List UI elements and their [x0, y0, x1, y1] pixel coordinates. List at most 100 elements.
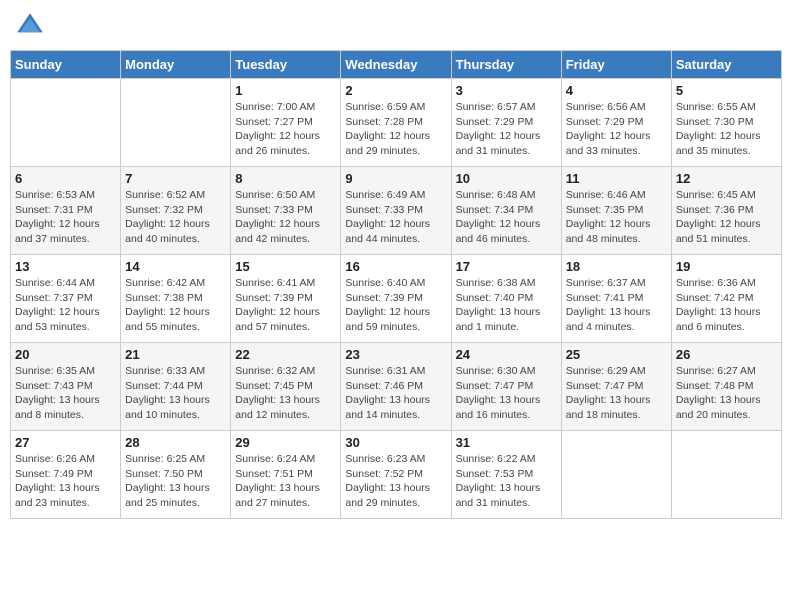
logo: [14, 10, 50, 42]
day-info: Sunrise: 6:53 AM Sunset: 7:31 PM Dayligh…: [15, 188, 116, 247]
day-of-week-header: Wednesday: [341, 51, 451, 79]
calendar-cell: 24 Sunrise: 6:30 AM Sunset: 7:47 PM Dayli…: [451, 343, 561, 431]
day-number: 13: [15, 259, 116, 274]
day-number: 5: [676, 83, 777, 98]
day-number: 26: [676, 347, 777, 362]
day-info: Sunrise: 6:27 AM Sunset: 7:48 PM Dayligh…: [676, 364, 777, 423]
page-header: [10, 10, 782, 42]
day-number: 17: [456, 259, 557, 274]
day-info: Sunrise: 6:52 AM Sunset: 7:32 PM Dayligh…: [125, 188, 226, 247]
day-info: Sunrise: 6:56 AM Sunset: 7:29 PM Dayligh…: [566, 100, 667, 159]
calendar-cell: 5 Sunrise: 6:55 AM Sunset: 7:30 PM Daylig…: [671, 79, 781, 167]
day-info: Sunrise: 7:00 AM Sunset: 7:27 PM Dayligh…: [235, 100, 336, 159]
day-info: Sunrise: 6:25 AM Sunset: 7:50 PM Dayligh…: [125, 452, 226, 511]
calendar-cell: 15 Sunrise: 6:41 AM Sunset: 7:39 PM Dayli…: [231, 255, 341, 343]
calendar-cell: 31Sunrise: 6:22 AM Sunset: 7:53 PM Dayli…: [451, 431, 561, 519]
calendar-cell: 4Sunrise: 6:56 AM Sunset: 7:29 PM Daylig…: [561, 79, 671, 167]
day-info: Sunrise: 6:45 AM Sunset: 7:36 PM Dayligh…: [676, 188, 777, 247]
calendar-cell: 8 Sunrise: 6:50 AM Sunset: 7:33 PM Daylig…: [231, 167, 341, 255]
calendar-cell: 12 Sunrise: 6:45 AM Sunset: 7:36 PM Dayli…: [671, 167, 781, 255]
calendar-cell: 10 Sunrise: 6:48 AM Sunset: 7:34 PM Dayli…: [451, 167, 561, 255]
day-info: Sunrise: 6:33 AM Sunset: 7:44 PM Dayligh…: [125, 364, 226, 423]
calendar-cell: 19 Sunrise: 6:36 AM Sunset: 7:42 PM Dayli…: [671, 255, 781, 343]
day-number: 12: [676, 171, 777, 186]
calendar-cell: 29 Sunrise: 6:24 AM Sunset: 7:51 PM Dayli…: [231, 431, 341, 519]
day-number: 2: [345, 83, 446, 98]
calendar-cell: 30Sunrise: 6:23 AM Sunset: 7:52 PM Dayli…: [341, 431, 451, 519]
calendar-cell: 11 Sunrise: 6:46 AM Sunset: 7:35 PM Dayli…: [561, 167, 671, 255]
calendar-cell: 27Sunrise: 6:26 AM Sunset: 7:49 PM Dayli…: [11, 431, 121, 519]
day-number: 24: [456, 347, 557, 362]
day-info: Sunrise: 6:36 AM Sunset: 7:42 PM Dayligh…: [676, 276, 777, 335]
calendar-week-row: 13 Sunrise: 6:44 AM Sunset: 7:37 PM Dayli…: [11, 255, 782, 343]
day-info: Sunrise: 6:32 AM Sunset: 7:45 PM Dayligh…: [235, 364, 336, 423]
day-info: Sunrise: 6:50 AM Sunset: 7:33 PM Dayligh…: [235, 188, 336, 247]
day-number: 8: [235, 171, 336, 186]
day-number: 28: [125, 435, 226, 450]
day-info: Sunrise: 6:48 AM Sunset: 7:34 PM Dayligh…: [456, 188, 557, 247]
day-of-week-header: Friday: [561, 51, 671, 79]
calendar-cell: [561, 431, 671, 519]
day-number: 7: [125, 171, 226, 186]
day-of-week-header: Sunday: [11, 51, 121, 79]
day-number: 22: [235, 347, 336, 362]
calendar-cell: 1 Sunrise: 7:00 AM Sunset: 7:27 PM Daylig…: [231, 79, 341, 167]
day-info: Sunrise: 6:44 AM Sunset: 7:37 PM Dayligh…: [15, 276, 116, 335]
calendar-cell: 6 Sunrise: 6:53 AM Sunset: 7:31 PM Daylig…: [11, 167, 121, 255]
calendar-cell: 13 Sunrise: 6:44 AM Sunset: 7:37 PM Dayli…: [11, 255, 121, 343]
day-number: 1: [235, 83, 336, 98]
calendar-cell: 17Sunrise: 6:38 AM Sunset: 7:40 PM Dayli…: [451, 255, 561, 343]
calendar-week-row: 27Sunrise: 6:26 AM Sunset: 7:49 PM Dayli…: [11, 431, 782, 519]
calendar-cell: 3Sunrise: 6:57 AM Sunset: 7:29 PM Daylig…: [451, 79, 561, 167]
calendar-cell: 18 Sunrise: 6:37 AM Sunset: 7:41 PM Dayli…: [561, 255, 671, 343]
calendar-week-row: 20 Sunrise: 6:35 AM Sunset: 7:43 PM Dayli…: [11, 343, 782, 431]
day-number: 3: [456, 83, 557, 98]
calendar-cell: 28 Sunrise: 6:25 AM Sunset: 7:50 PM Dayli…: [121, 431, 231, 519]
calendar-cell: 14 Sunrise: 6:42 AM Sunset: 7:38 PM Dayli…: [121, 255, 231, 343]
day-number: 29: [235, 435, 336, 450]
day-number: 20: [15, 347, 116, 362]
day-number: 19: [676, 259, 777, 274]
calendar-cell: [671, 431, 781, 519]
day-info: Sunrise: 6:40 AM Sunset: 7:39 PM Dayligh…: [345, 276, 446, 335]
calendar-cell: 21 Sunrise: 6:33 AM Sunset: 7:44 PM Dayli…: [121, 343, 231, 431]
day-info: Sunrise: 6:59 AM Sunset: 7:28 PM Dayligh…: [345, 100, 446, 159]
day-number: 14: [125, 259, 226, 274]
day-number: 10: [456, 171, 557, 186]
calendar-cell: 23Sunrise: 6:31 AM Sunset: 7:46 PM Dayli…: [341, 343, 451, 431]
calendar-cell: 9Sunrise: 6:49 AM Sunset: 7:33 PM Daylig…: [341, 167, 451, 255]
calendar-cell: 22 Sunrise: 6:32 AM Sunset: 7:45 PM Dayli…: [231, 343, 341, 431]
day-number: 6: [15, 171, 116, 186]
day-info: Sunrise: 6:29 AM Sunset: 7:47 PM Dayligh…: [566, 364, 667, 423]
day-info: Sunrise: 6:41 AM Sunset: 7:39 PM Dayligh…: [235, 276, 336, 335]
day-info: Sunrise: 6:24 AM Sunset: 7:51 PM Dayligh…: [235, 452, 336, 511]
day-of-week-header: Thursday: [451, 51, 561, 79]
calendar-cell: [11, 79, 121, 167]
calendar-header-row: SundayMondayTuesdayWednesdayThursdayFrid…: [11, 51, 782, 79]
day-number: 11: [566, 171, 667, 186]
day-number: 9: [345, 171, 446, 186]
calendar-cell: 25 Sunrise: 6:29 AM Sunset: 7:47 PM Dayli…: [561, 343, 671, 431]
day-number: 18: [566, 259, 667, 274]
day-number: 15: [235, 259, 336, 274]
day-info: Sunrise: 6:30 AM Sunset: 7:47 PM Dayligh…: [456, 364, 557, 423]
calendar-cell: 7 Sunrise: 6:52 AM Sunset: 7:32 PM Daylig…: [121, 167, 231, 255]
calendar-cell: 2 Sunrise: 6:59 AM Sunset: 7:28 PM Daylig…: [341, 79, 451, 167]
day-info: Sunrise: 6:46 AM Sunset: 7:35 PM Dayligh…: [566, 188, 667, 247]
calendar-table: SundayMondayTuesdayWednesdayThursdayFrid…: [10, 50, 782, 519]
day-of-week-header: Tuesday: [231, 51, 341, 79]
day-number: 25: [566, 347, 667, 362]
day-info: Sunrise: 6:42 AM Sunset: 7:38 PM Dayligh…: [125, 276, 226, 335]
calendar-cell: 20 Sunrise: 6:35 AM Sunset: 7:43 PM Dayli…: [11, 343, 121, 431]
calendar-cell: 26 Sunrise: 6:27 AM Sunset: 7:48 PM Dayli…: [671, 343, 781, 431]
calendar-week-row: 6 Sunrise: 6:53 AM Sunset: 7:31 PM Daylig…: [11, 167, 782, 255]
day-of-week-header: Saturday: [671, 51, 781, 79]
day-number: 21: [125, 347, 226, 362]
calendar-cell: 16Sunrise: 6:40 AM Sunset: 7:39 PM Dayli…: [341, 255, 451, 343]
day-info: Sunrise: 6:37 AM Sunset: 7:41 PM Dayligh…: [566, 276, 667, 335]
day-info: Sunrise: 6:35 AM Sunset: 7:43 PM Dayligh…: [15, 364, 116, 423]
calendar-cell: [121, 79, 231, 167]
day-info: Sunrise: 6:26 AM Sunset: 7:49 PM Dayligh…: [15, 452, 116, 511]
day-info: Sunrise: 6:55 AM Sunset: 7:30 PM Dayligh…: [676, 100, 777, 159]
day-of-week-header: Monday: [121, 51, 231, 79]
